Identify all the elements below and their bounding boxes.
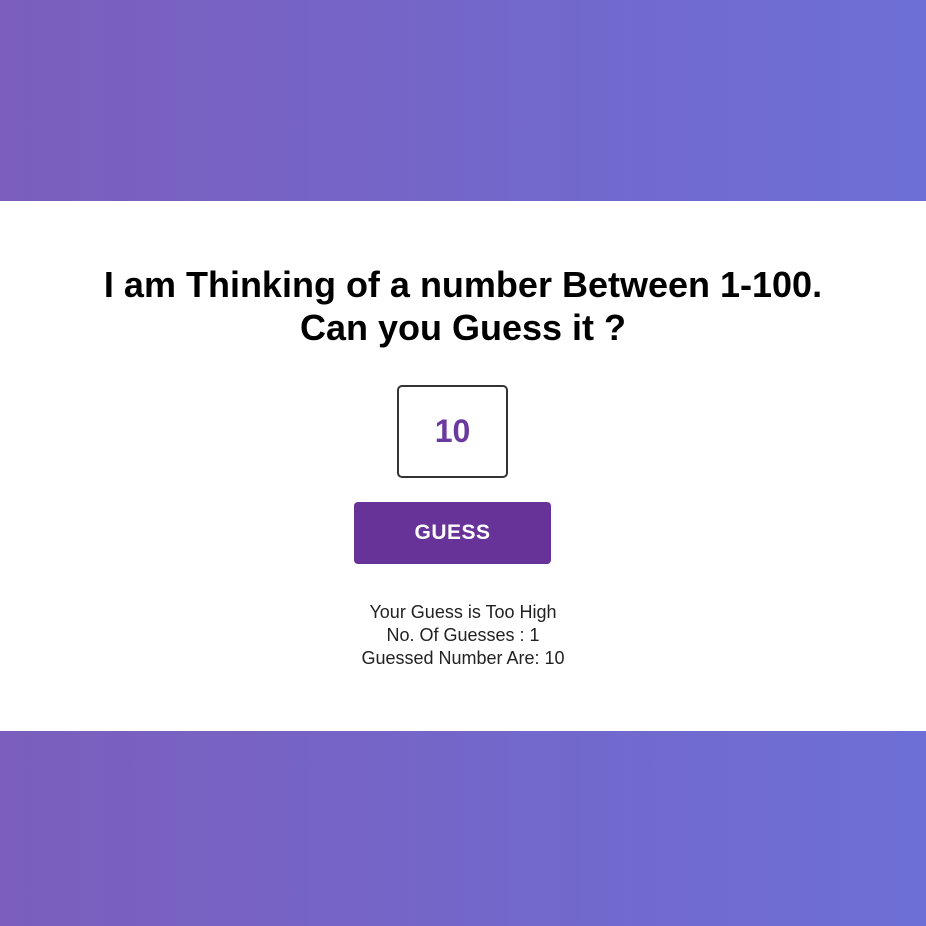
result-message: Your Guess is Too High: [369, 602, 557, 622]
guessed-numbers: Guessed Number Are: 10: [361, 648, 565, 668]
title-line-2: Can you Guess it ?: [299, 307, 627, 348]
game-panel: I am Thinking of a number Between 1-100.…: [0, 201, 926, 731]
page-title: I am Thinking of a number Between 1-100.…: [0, 263, 926, 349]
page-background: { "game": { "title_line1": "I am Thinkin…: [0, 0, 926, 926]
results-area: Your Guess is Too High No. Of Guesses : …: [0, 601, 926, 670]
guess-input[interactable]: [397, 385, 508, 478]
guess-count: No. Of Guesses : 1: [386, 625, 540, 645]
title-line-1: I am Thinking of a number Between 1-100.: [103, 264, 823, 305]
guess-button[interactable]: GUESS: [354, 502, 551, 564]
